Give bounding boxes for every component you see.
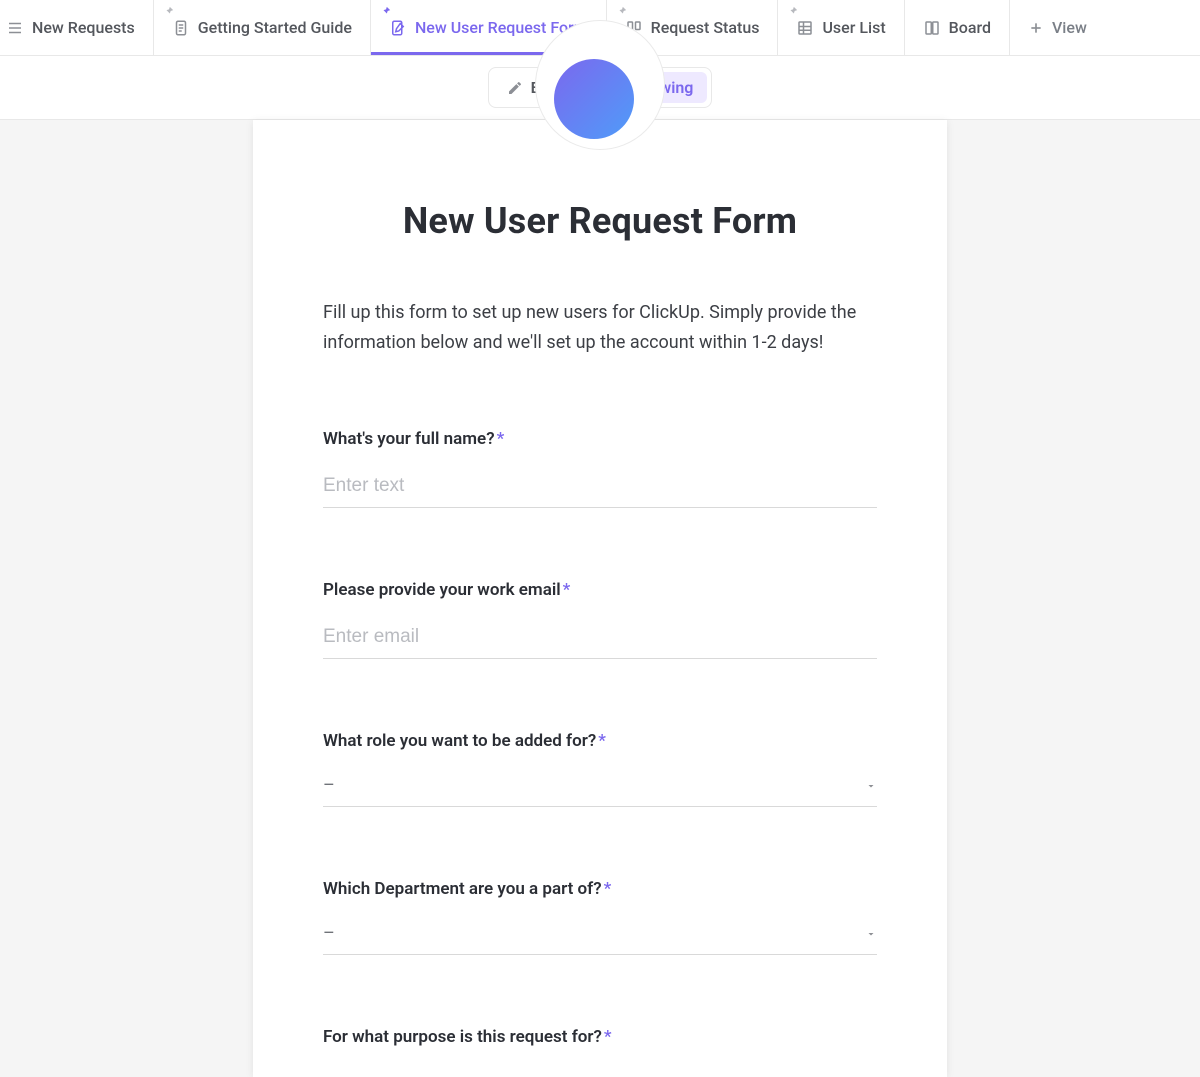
tab-getting-started[interactable]: Getting Started Guide [154,0,371,56]
form-avatar [535,20,665,150]
full-name-input[interactable] [323,463,877,508]
required-marker: * [604,1027,612,1047]
field-work-email: Please provide your work email* [323,580,877,659]
board-icon [923,19,941,37]
required-marker: * [604,879,612,899]
required-marker: * [563,580,571,600]
field-role: What role you want to be added for?* – [323,731,877,807]
work-email-input[interactable] [323,614,877,659]
form-description: Fill up this form to set up new users fo… [253,298,947,357]
field-label: Which Department are you a part of?* [323,879,877,899]
tab-label: User List [822,18,885,37]
required-marker: * [598,731,606,751]
caret-down-icon [865,928,877,940]
tab-label: Getting Started Guide [198,18,352,37]
select-value: – [323,775,335,796]
doc-icon [172,19,190,37]
pin-icon [788,6,798,16]
tab-user-list[interactable]: User List [778,0,904,56]
pin-icon [617,6,627,16]
field-purpose: For what purpose is this request for?* [323,1027,877,1047]
add-view-button[interactable]: View [1010,0,1105,56]
field-label: Please provide your work email* [323,580,877,600]
field-label: For what purpose is this request for?* [323,1027,877,1047]
list-icon [6,19,24,37]
form-body: What's your full name?* Please provide y… [253,429,947,1047]
form-canvas: New User Request Form Fill up this form … [0,120,1200,1077]
field-full-name: What's your full name?* [323,429,877,508]
select-value: – [323,923,335,944]
caret-down-icon [865,780,877,792]
tab-label: Request Status [651,18,760,37]
form-icon [389,19,407,37]
field-department: Which Department are you a part of?* – [323,879,877,955]
pin-icon [381,6,391,16]
form-avatar-wrap [253,110,947,150]
role-select[interactable]: – [323,761,877,807]
form-card: New User Request Form Fill up this form … [253,120,947,1077]
tab-label: Board [949,18,991,37]
form-title: New User Request Form [253,200,947,242]
field-label: What's your full name?* [323,429,877,449]
pin-icon [164,6,174,16]
pencil-icon [507,80,523,96]
plus-icon [1028,20,1044,36]
required-marker: * [497,429,505,449]
tab-board[interactable]: Board [905,0,1010,56]
tab-new-requests[interactable]: New Requests [0,0,154,56]
field-label: What role you want to be added for?* [323,731,877,751]
table-icon [796,19,814,37]
avatar-gradient-icon [554,59,634,139]
department-select[interactable]: – [323,909,877,955]
tab-label: New Requests [32,18,135,37]
add-view-label: View [1052,18,1087,37]
